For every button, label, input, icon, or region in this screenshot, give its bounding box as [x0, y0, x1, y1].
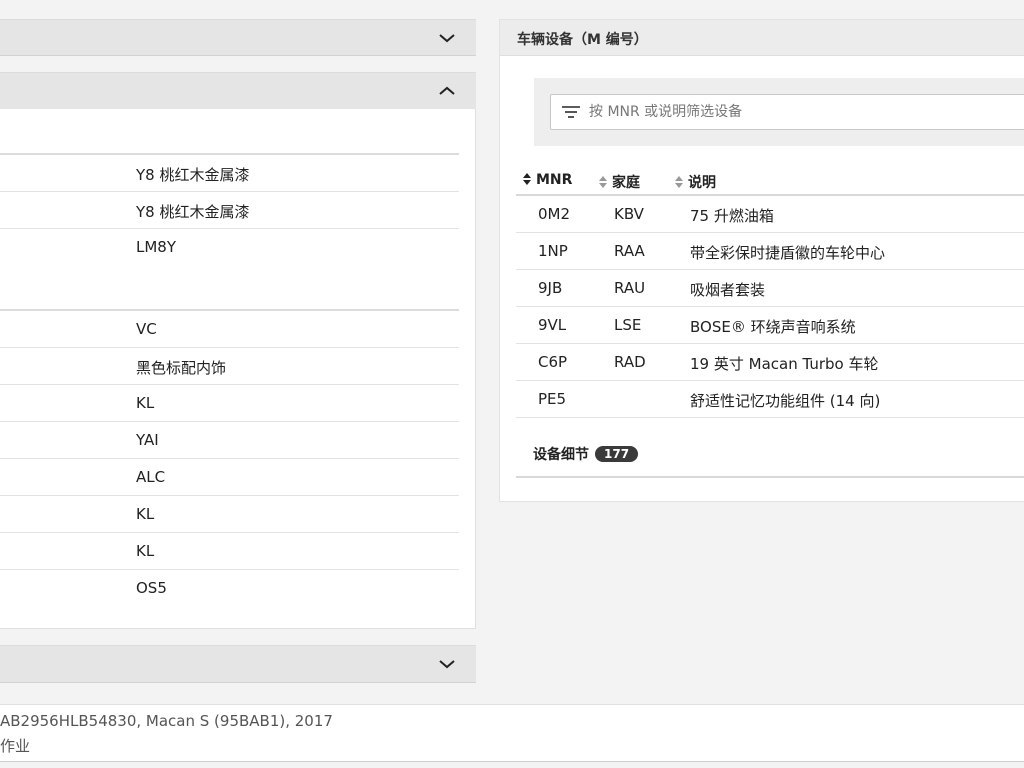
data-row-value: OS5	[136, 579, 167, 597]
table-row[interactable]: C6P RAD 19 英寸 Macan Turbo 车轮	[516, 344, 1024, 381]
data-row: Y8 桃红木金属漆	[0, 155, 459, 192]
equipment-filter-input[interactable]	[589, 95, 1019, 129]
filter-icon	[562, 106, 580, 118]
sort-icon[interactable]	[598, 175, 608, 189]
column-header-label: MNR	[536, 172, 573, 188]
data-row-value: LM8Y	[136, 238, 177, 256]
table-row[interactable]: PE5 舒适性记忆功能组件 (14 向)	[516, 381, 1024, 418]
cell-family: RAA	[614, 242, 645, 260]
equipment-details-label: 设备细节	[533, 447, 589, 463]
cell-description: 舒适性记忆功能组件 (14 向)	[690, 392, 881, 410]
accordion-header-1[interactable]	[0, 19, 476, 56]
vehicle-data-panel: Y8 桃红木金属漆 Y8 桃红木金属漆 LM8Y VC 黑色标配内饰 KL YA…	[0, 109, 476, 629]
data-row: KL	[0, 385, 459, 422]
cell-mnr: C6P	[538, 353, 568, 371]
column-header-family[interactable]: 家庭	[598, 172, 640, 192]
data-row: OS5	[0, 570, 459, 606]
data-row: VC	[0, 311, 459, 348]
sort-icon[interactable]	[522, 172, 532, 186]
data-row-value: Y8 桃红木金属漆	[136, 166, 250, 184]
cell-family: KBV	[614, 205, 644, 223]
vehicle-footer: AB2956HLB54830, Macan S (95BAB1), 2017 作…	[0, 704, 1024, 762]
count-badge: 177	[595, 446, 639, 462]
data-row-value: KL	[136, 394, 155, 412]
cell-mnr: 9VL	[538, 316, 567, 334]
cell-description: BOSE® 环绕声音响系统	[690, 318, 856, 336]
column-header-label: 家庭	[612, 175, 640, 191]
equipment-title: 车辆设备（M 编号）	[517, 32, 648, 48]
cell-mnr: 1NP	[538, 242, 568, 260]
cell-family: LSE	[614, 316, 642, 334]
data-row-value: KL	[136, 542, 155, 560]
column-header-mnr[interactable]: MNR	[522, 172, 572, 188]
vehicle-identification-line: AB2956HLB54830, Macan S (95BAB1), 2017	[0, 712, 333, 730]
table-row[interactable]: 0M2 KBV 75 升燃油箱	[516, 196, 1024, 233]
data-row: YAI	[0, 422, 459, 459]
details-divider	[516, 476, 1024, 478]
data-row-value: Y8 桃红木金属漆	[136, 203, 250, 221]
table-row[interactable]: 1NP RAA 带全彩保时捷盾徽的车轮中心	[516, 233, 1024, 270]
chevron-down-icon[interactable]	[438, 658, 456, 670]
data-row: Y8 桃红木金属漆	[0, 192, 459, 229]
accordion-header-3[interactable]	[0, 645, 476, 683]
cell-family: RAD	[614, 353, 646, 371]
cell-description: 75 升燃油箱	[690, 207, 774, 225]
data-row: KL	[0, 496, 459, 533]
column-header-label: 说明	[688, 175, 716, 191]
filter-field[interactable]	[550, 94, 1024, 130]
sort-icon[interactable]	[674, 175, 684, 189]
job-label: 作业	[0, 737, 31, 755]
chevron-down-icon[interactable]	[438, 32, 456, 44]
chevron-up-icon[interactable]	[438, 85, 456, 97]
data-row: ALC	[0, 459, 459, 496]
data-row: 黑色标配内饰	[0, 348, 459, 385]
equipment-header: 车辆设备（M 编号）	[500, 20, 1024, 56]
data-row: KL	[0, 533, 459, 570]
data-row-value: YAI	[136, 431, 159, 449]
data-row-value: KL	[136, 505, 155, 523]
equipment-card: 车辆设备（M 编号） MNR 家庭	[499, 19, 1024, 502]
column-header-description[interactable]: 说明	[674, 172, 716, 192]
page: Y8 桃红木金属漆 Y8 桃红木金属漆 LM8Y VC 黑色标配内饰 KL YA…	[0, 0, 1024, 768]
accordion-header-2[interactable]	[0, 72, 476, 110]
cell-family: RAU	[614, 279, 646, 297]
equipment-details-toggle[interactable]: 设备细节 177	[533, 444, 639, 464]
data-row: LM8Y	[0, 229, 459, 309]
cell-description: 吸烟者套装	[690, 281, 766, 299]
cell-description: 带全彩保时捷盾徽的车轮中心	[690, 244, 886, 262]
cell-mnr: PE5	[538, 390, 567, 408]
data-row-value: 黑色标配内饰	[136, 359, 227, 377]
data-row-value: ALC	[136, 468, 166, 486]
filter-bar	[534, 78, 1024, 146]
cell-mnr: 9JB	[538, 279, 563, 297]
cell-mnr: 0M2	[538, 205, 571, 223]
data-row-value: VC	[136, 320, 157, 338]
table-row[interactable]: 9JB RAU 吸烟者套装	[516, 270, 1024, 307]
table-row[interactable]: 9VL LSE BOSE® 环绕声音响系统	[516, 307, 1024, 344]
cell-description: 19 英寸 Macan Turbo 车轮	[690, 355, 879, 373]
